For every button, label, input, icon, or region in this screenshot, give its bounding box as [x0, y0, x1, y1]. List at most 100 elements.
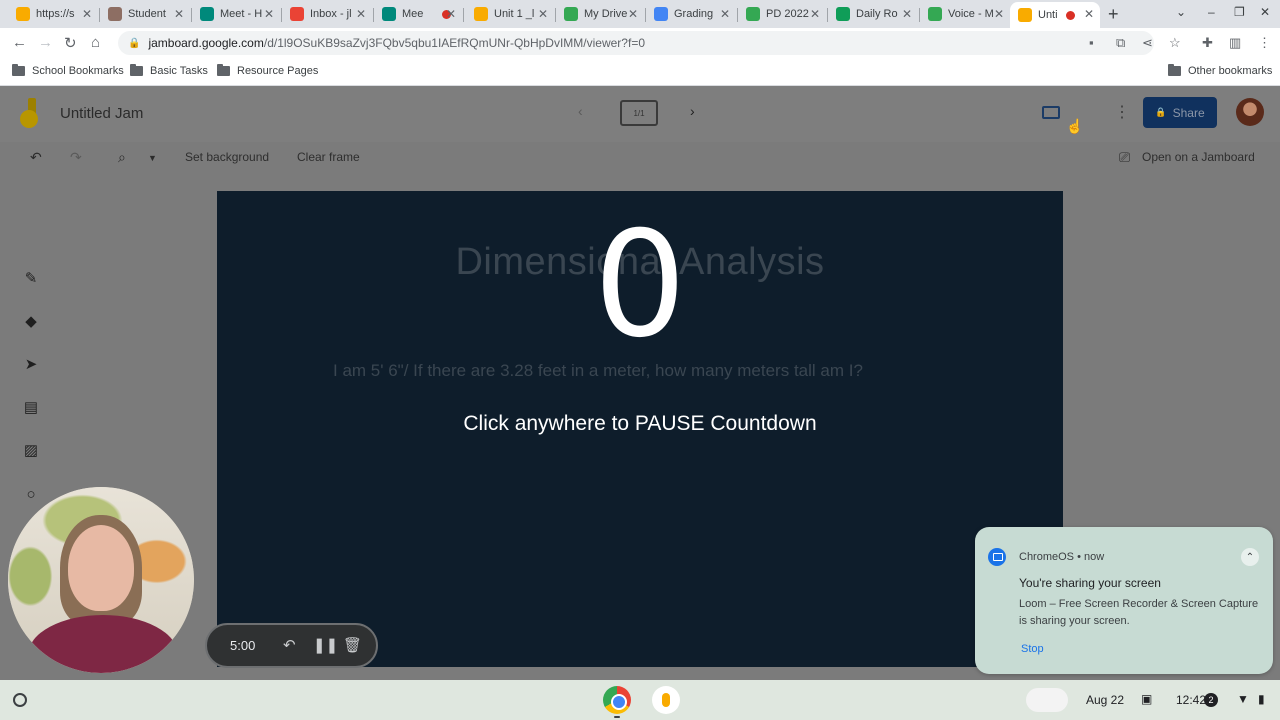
share-button[interactable]: 🔒 Share — [1143, 97, 1217, 128]
launcher-icon[interactable] — [13, 693, 27, 707]
holding-space-thumbnail[interactable] — [1026, 688, 1068, 712]
countdown-digit[interactable]: 0 — [540, 195, 740, 375]
chrome-icon[interactable] — [603, 686, 631, 714]
extensions-icon[interactable]: ✚ — [1202, 35, 1213, 51]
tab-10[interactable]: Daily Ro ✕ — [828, 2, 918, 26]
browser-toolbar: ← → ↻ ⌂ 🔒 jamboard.google.com/d/1l9OSuKB… — [0, 28, 1280, 58]
next-frame-icon[interactable]: › — [690, 103, 695, 119]
open-on-jamboard-button[interactable]: Open on a Jamboard — [1142, 150, 1255, 164]
close-tab-icon[interactable]: ✕ — [994, 7, 1004, 21]
close-tab-icon[interactable]: ✕ — [174, 7, 184, 21]
tab-2[interactable]: Student ✕ — [100, 2, 190, 26]
eraser-icon[interactable]: ◆ — [16, 309, 46, 333]
close-tab-icon[interactable]: ✕ — [628, 7, 638, 21]
close-window-icon[interactable]: ✕ — [1260, 5, 1270, 19]
zoom-dropdown-icon[interactable]: ▼ — [148, 153, 157, 163]
tab-9[interactable]: PD 2022 ✕ — [738, 2, 826, 26]
restart-icon[interactable]: ↶ — [283, 636, 296, 654]
home-icon[interactable]: ⌂ — [91, 34, 100, 51]
tab-6[interactable]: Unit 1 _l ✕ — [466, 2, 554, 26]
minimize-icon[interactable]: – — [1208, 5, 1215, 19]
tab-4[interactable]: Inbox - jl ✕ — [282, 2, 372, 26]
redo-icon[interactable]: ↷ — [70, 149, 82, 166]
close-tab-icon[interactable]: ✕ — [720, 7, 730, 21]
set-background-button[interactable]: Set background — [185, 150, 269, 164]
jamboard-header: Untitled Jam ‹ 1/1 › ⋮ 🔒 Share ☝ — [0, 86, 1280, 142]
tab-1[interactable]: https://s ✕ — [8, 2, 98, 26]
bookmark-basic-tasks[interactable]: Basic Tasks — [130, 64, 208, 77]
drive-icon — [564, 7, 578, 21]
screen-share-notification: ChromeOS • now ⌃ You're sharing your scr… — [975, 527, 1273, 674]
recording-icon — [1066, 10, 1075, 20]
voice-icon — [928, 7, 942, 21]
pen-icon[interactable]: ✎ — [16, 266, 46, 290]
close-tab-icon[interactable]: ✕ — [82, 7, 92, 21]
student-icon — [108, 7, 122, 21]
avatar[interactable] — [1236, 98, 1264, 126]
delete-icon[interactable]: 🗑 — [343, 636, 362, 654]
present-icon[interactable] — [1042, 106, 1060, 119]
bookmark-resource-pages[interactable]: Resource Pages — [217, 64, 318, 77]
stop-sharing-button[interactable]: Stop — [1021, 643, 1044, 655]
new-tab-button[interactable]: + — [1108, 4, 1119, 25]
tray-date[interactable]: Aug 22 — [1086, 693, 1124, 707]
tab-5[interactable]: Mee ✕ — [374, 2, 462, 26]
image-icon[interactable]: ▨ — [16, 438, 46, 462]
close-tab-icon[interactable]: ✕ — [538, 7, 548, 21]
pause-icon[interactable]: ❚❚ — [313, 636, 338, 654]
frame-bar-button[interactable]: 1/1 — [620, 100, 658, 126]
close-tab-icon[interactable]: ✕ — [446, 7, 456, 21]
jam-title[interactable]: Untitled Jam — [60, 105, 143, 122]
tab-8[interactable]: Grading ✕ — [646, 2, 736, 26]
open-on-jamboard-icon[interactable]: ⎚ — [1119, 149, 1130, 166]
clear-frame-button[interactable]: Clear frame — [297, 150, 360, 164]
close-tab-icon[interactable]: ✕ — [902, 7, 912, 21]
lock-icon[interactable]: 🔒 — [128, 38, 140, 49]
notification-source: ChromeOS • now — [1019, 551, 1105, 563]
countdown-pause-hint[interactable]: Click anywhere to PAUSE Countdown — [340, 412, 940, 436]
wifi-icon[interactable]: ▼ — [1237, 692, 1249, 706]
close-tab-icon[interactable]: ✕ — [264, 7, 274, 21]
screen-capture-icon[interactable]: ▣ — [1141, 692, 1152, 706]
jamboard-app-icon[interactable] — [652, 686, 680, 714]
side-panel-icon[interactable]: ▥ — [1229, 35, 1241, 51]
webcam-bubble[interactable] — [8, 487, 194, 673]
tab-3[interactable]: Meet - H ✕ — [192, 2, 280, 26]
share-page-icon[interactable]: ⋖ — [1142, 35, 1153, 51]
tab-7[interactable]: My Drive ✕ — [556, 2, 644, 26]
folder-icon — [1168, 64, 1181, 76]
battery-icon[interactable]: ▮ — [1258, 692, 1265, 706]
close-tab-icon[interactable]: ✕ — [356, 7, 366, 21]
address-bar[interactable]: 🔒 jamboard.google.com/d/1l9OSuKB9saZvj3F… — [118, 31, 1154, 55]
restore-icon[interactable]: ❐ — [1234, 5, 1245, 19]
previous-frame-icon[interactable]: ‹ — [578, 103, 583, 119]
bookmark-star-icon[interactable]: ☆ — [1169, 35, 1181, 51]
tab-12-active[interactable]: Unti ✕ — [1010, 2, 1100, 28]
bookmark-school-bookmarks[interactable]: School Bookmarks — [12, 64, 124, 77]
drive-icon — [746, 7, 760, 21]
mouse-cursor-icon: ☝ — [1066, 118, 1084, 134]
camera-icon[interactable]: ▪ — [1089, 35, 1094, 50]
close-tab-icon[interactable]: ✕ — [810, 7, 820, 21]
reload-icon[interactable]: ↻ — [64, 34, 77, 52]
more-options-icon[interactable]: ⋮ — [1114, 102, 1130, 122]
close-tab-icon[interactable]: ✕ — [1084, 7, 1094, 21]
tray-time[interactable]: 12:42 — [1176, 693, 1206, 707]
undo-icon[interactable]: ↶ — [30, 149, 42, 166]
back-icon[interactable]: ← — [12, 34, 27, 51]
tab-11[interactable]: Voice - M ✕ — [920, 2, 1010, 26]
lock-icon: 🔒 — [1155, 107, 1167, 117]
forward-icon[interactable]: → — [38, 34, 53, 51]
screen-share-icon — [988, 548, 1006, 566]
notification-count-badge[interactable]: 2 — [1204, 693, 1218, 707]
recording-controls: 5:00 ↶ ❚❚ 🗑 — [205, 623, 378, 668]
sticky-note-icon[interactable]: ▤ — [16, 395, 46, 419]
tab-search-icon[interactable]: ⌄ — [1176, 5, 1186, 19]
open-in-app-icon[interactable]: ⧉ — [1116, 35, 1125, 51]
zoom-icon[interactable]: ⌕ — [118, 149, 126, 166]
select-icon[interactable]: ➤ — [16, 352, 46, 376]
collapse-chevron-icon[interactable]: ⌃ — [1241, 548, 1259, 566]
bookmark-other-bookmarks[interactable]: Other bookmarks — [1168, 64, 1272, 77]
browser-menu-icon[interactable]: ⋮ — [1258, 35, 1271, 51]
frame-counter: 1/1 — [633, 108, 645, 118]
